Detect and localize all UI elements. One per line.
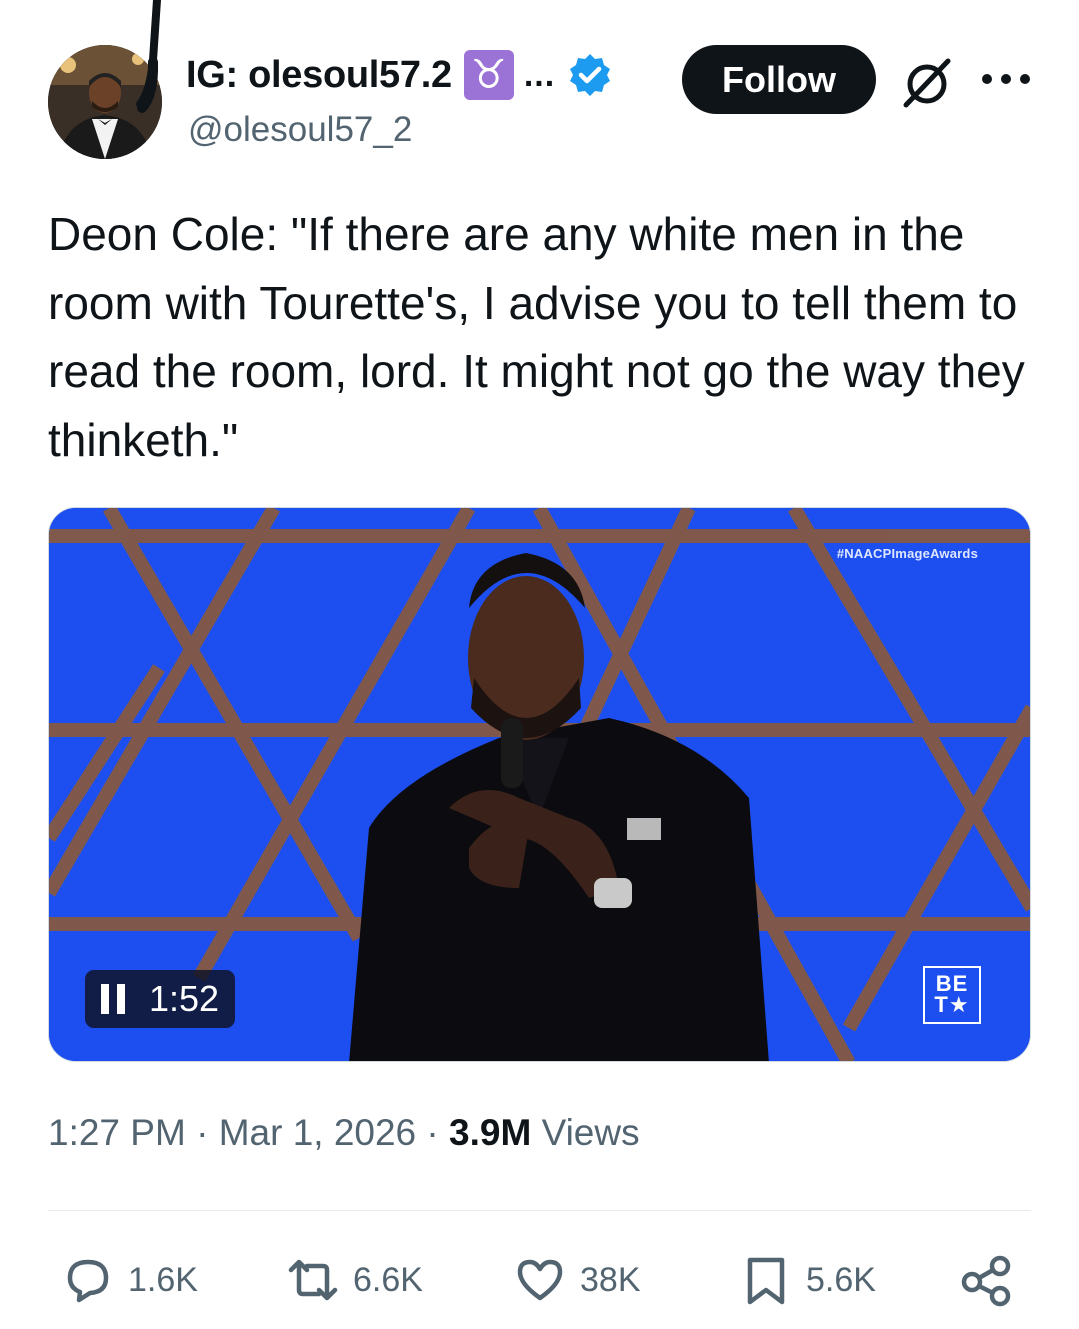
action-bar: 1.6K 6.6K 38K 5.6K — [0, 1240, 1079, 1320]
verified-badge-icon — [570, 54, 611, 96]
tweet-time[interactable]: 1:27 PM — [48, 1112, 186, 1153]
playback-control[interactable]: 1:52 — [85, 970, 236, 1028]
reply-icon — [67, 1259, 109, 1303]
taurus-icon: ♉ — [463, 50, 514, 100]
video-hashtag: #NAACPImageAwards — [836, 546, 978, 561]
video-player[interactable]: #NAACPImageAwards 1:52 BE T★ — [48, 507, 1031, 1062]
tweet-meta: 1:27 PM · Mar 1, 2026 · 3.9M Views — [48, 1112, 640, 1154]
user-handle[interactable]: @olesoul57_2 — [188, 110, 412, 150]
grok-icon[interactable] — [898, 55, 954, 111]
more-horizontal-icon[interactable] — [982, 63, 1030, 95]
name-row: IG: olesoul57.2 ♉ ... — [186, 50, 613, 100]
views-count: 3.9M — [449, 1112, 532, 1153]
meta-separator: · — [426, 1112, 439, 1153]
pause-icon[interactable] — [101, 984, 125, 1014]
repost-count: 6.6K — [353, 1260, 423, 1299]
bookmark-button[interactable]: 5.6K — [738, 1240, 876, 1320]
video-duration: 1:52 — [149, 978, 220, 1019]
name-truncation: ... — [523, 55, 556, 94]
repost-button[interactable]: 6.6K — [285, 1240, 423, 1320]
reply-button[interactable]: 1.6K — [60, 1240, 198, 1320]
display-name[interactable]: IG: olesoul57.2 — [186, 54, 452, 97]
share-button[interactable] — [958, 1240, 1026, 1320]
share-icon — [961, 1255, 1011, 1307]
tweet-header: IG: olesoul57.2 ♉ ... @olesoul57_2 Follo… — [0, 0, 1079, 180]
tweet-text: Deon Cole: "If there are any white men i… — [48, 208, 1025, 466]
bookmark-icon — [747, 1257, 785, 1305]
follow-button[interactable]: Follow — [682, 45, 876, 114]
heart-icon — [517, 1259, 563, 1301]
reply-count: 1.6K — [128, 1260, 198, 1299]
network-logo-line2: T★ — [934, 992, 970, 1017]
views-label: Views — [541, 1112, 640, 1153]
network-logo: BE T★ — [923, 966, 981, 1024]
like-button[interactable]: 38K — [512, 1240, 641, 1320]
bookmark-count: 5.6K — [806, 1260, 876, 1299]
like-count: 38K — [580, 1260, 641, 1299]
divider — [48, 1210, 1031, 1211]
scribble-mark — [136, 0, 161, 113]
meta-separator: · — [196, 1112, 209, 1153]
tweet-date[interactable]: Mar 1, 2026 — [219, 1112, 416, 1153]
repost-icon — [288, 1259, 338, 1301]
